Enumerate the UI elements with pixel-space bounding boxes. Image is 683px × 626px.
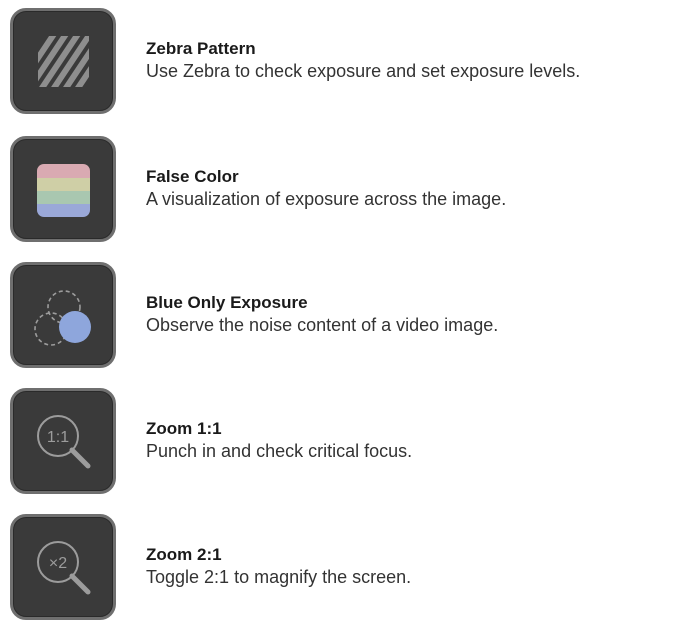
feature-description: Toggle 2:1 to magnify the screen. — [146, 567, 412, 587]
zoom-2-1-button[interactable]: ×2 — [10, 514, 116, 620]
magnifier-1to1-icon: 1:1 — [37, 415, 91, 469]
feature-description: Punch in and check critical focus. — [146, 441, 413, 461]
feature-row-zebra-pattern[interactable]: Zebra Pattern Use Zebra to check exposur… — [0, 8, 683, 120]
blue-only-circles-icon — [34, 290, 91, 346]
zebra-pattern-button[interactable] — [10, 8, 116, 114]
feature-title: False Color — [146, 167, 239, 186]
feature-description: Use Zebra to check exposure and set expo… — [146, 61, 581, 81]
feature-title: Zebra Pattern — [146, 39, 256, 58]
magnifier-2x-icon: ×2 — [37, 541, 91, 595]
zoom-ratio-label: 1:1 — [47, 429, 69, 446]
false-color-button[interactable] — [10, 136, 116, 242]
feature-title: Zoom 1:1 — [146, 419, 222, 438]
false-color-icon — [37, 164, 90, 217]
feature-row-zoom-1-1[interactable]: 1:1 Zoom 1:1 Punch in and check critical… — [0, 388, 683, 500]
feature-title: Blue Only Exposure — [146, 293, 308, 312]
zoom-ratio-label: ×2 — [49, 555, 67, 572]
zoom-1-1-button[interactable]: 1:1 — [10, 388, 116, 494]
feature-row-blue-only-exposure[interactable]: Blue Only Exposure Observe the noise con… — [0, 262, 683, 374]
feature-description: A visualization of exposure across the i… — [146, 189, 507, 209]
feature-description: Observe the noise content of a video ima… — [146, 315, 499, 335]
zebra-stripes-icon — [38, 36, 89, 87]
feature-title: Zoom 2:1 — [146, 545, 222, 564]
feature-row-false-color[interactable]: False Color A visualization of exposure … — [0, 136, 683, 248]
blue-only-exposure-button[interactable] — [10, 262, 116, 368]
feature-row-zoom-2-1[interactable]: ×2 Zoom 2:1 Toggle 2:1 to magnify the sc… — [0, 514, 683, 626]
